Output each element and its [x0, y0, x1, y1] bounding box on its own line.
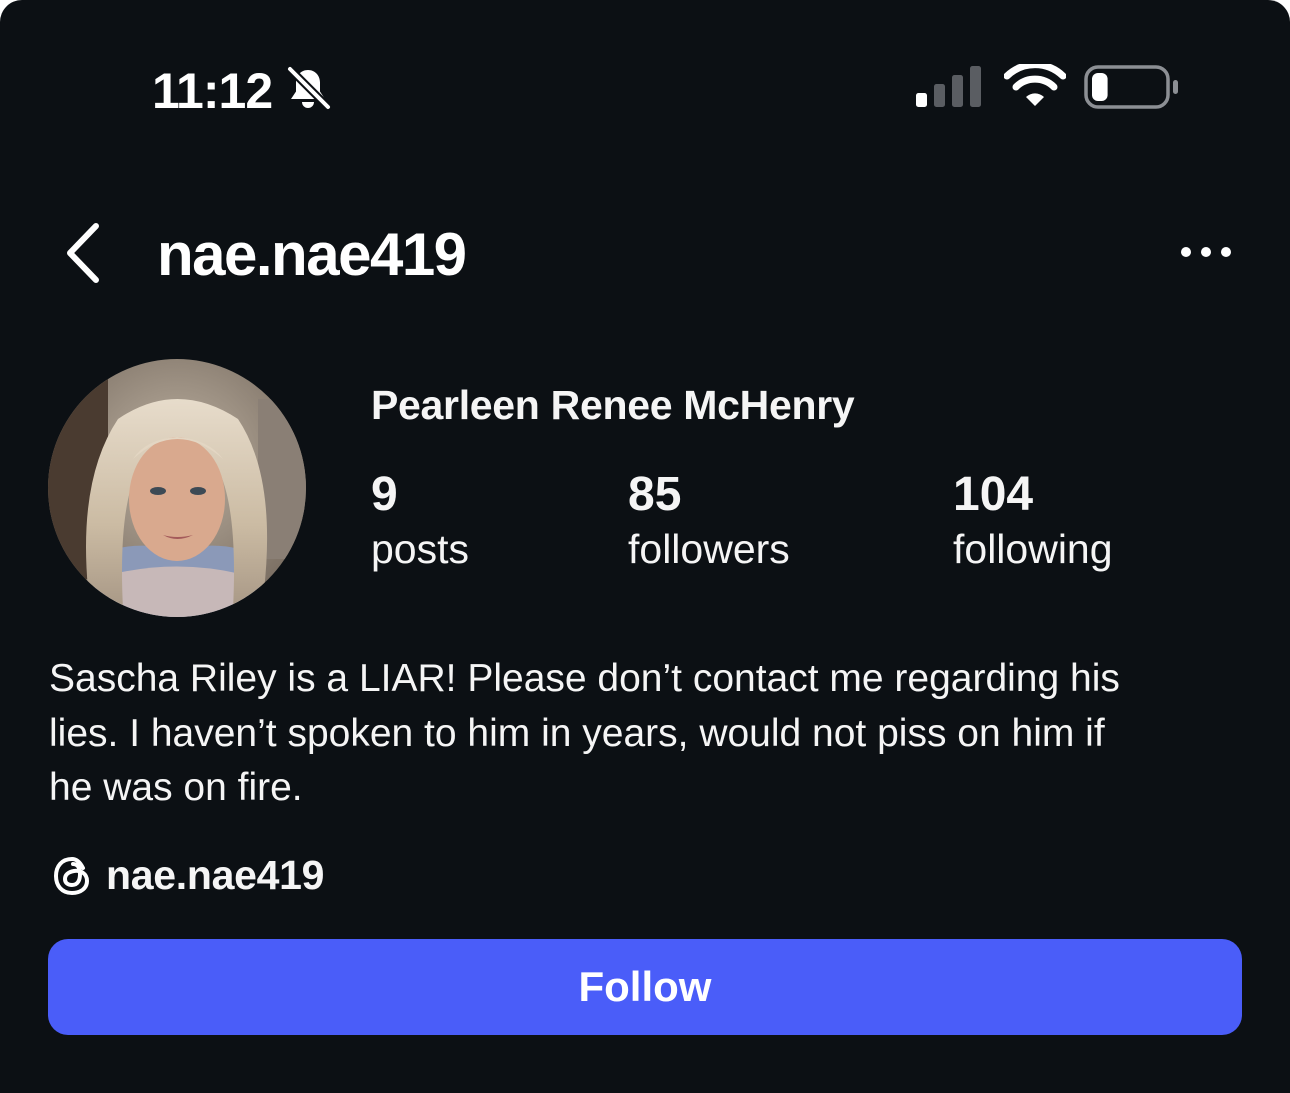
followers-stat[interactable]: 85 followers	[628, 468, 790, 576]
following-stat[interactable]: 104 following	[953, 468, 1113, 576]
posts-label: posts	[371, 526, 469, 572]
header-username: nae.nae419	[157, 221, 467, 288]
posts-count: 9	[371, 468, 398, 521]
status-time: 11:12	[152, 63, 273, 119]
following-label: following	[953, 526, 1113, 572]
back-chevron-icon[interactable]	[62, 222, 106, 284]
more-options-icon[interactable]	[1176, 238, 1236, 266]
threads-icon	[53, 856, 90, 895]
battery-icon	[1084, 65, 1178, 109]
posts-stat[interactable]: 9 posts	[371, 468, 469, 576]
followers-count: 85	[628, 468, 682, 521]
profile-bio: Sascha Riley is a LIAR! Please don’t con…	[49, 657, 1120, 809]
follow-button[interactable]: Follow	[48, 939, 1242, 1035]
following-count: 104	[953, 468, 1034, 521]
wifi-icon	[1004, 64, 1066, 106]
bell-slash-icon	[286, 65, 332, 111]
profile-avatar[interactable]	[48, 359, 306, 617]
threads-link[interactable]: nae.nae419	[50, 852, 324, 899]
profile-photo	[48, 359, 306, 617]
profile-full-name: Pearleen Renee McHenry	[371, 382, 855, 428]
threads-handle: nae.nae419	[106, 852, 325, 898]
followers-label: followers	[628, 526, 790, 572]
profile-screen: 11:12 nae.nae419 Pearleen Renee McHenry …	[0, 0, 1290, 1093]
cellular-signal-icon	[916, 66, 981, 107]
